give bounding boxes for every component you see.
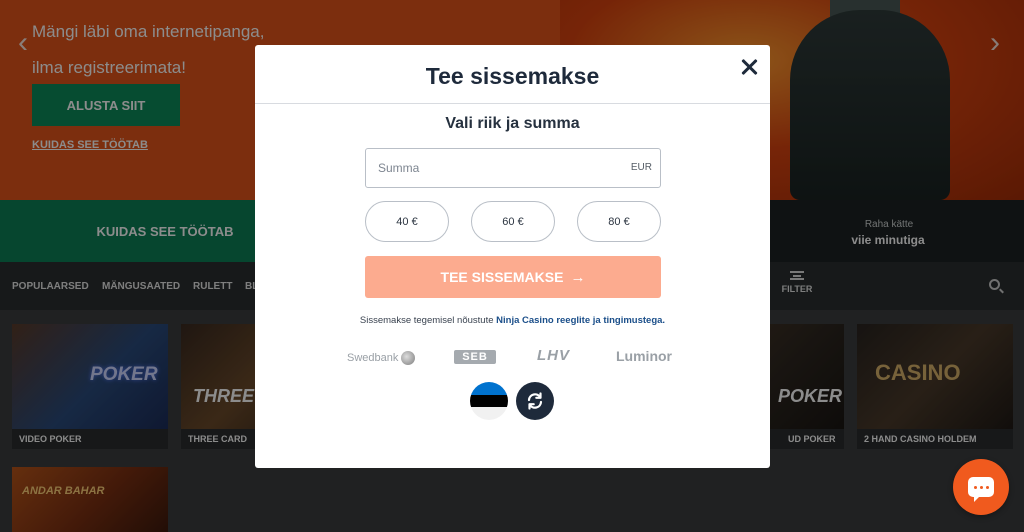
bank-logo-swedbank[interactable]: Swedbank: [347, 351, 416, 365]
preset-amount-40[interactable]: 40 €: [365, 201, 449, 242]
chat-bubble-icon: [968, 477, 994, 502]
currency-label: EUR: [630, 162, 652, 173]
terms-text: Sissemakse tegemisel nõustute Ninja Casi…: [255, 315, 770, 326]
estonia-flag-icon[interactable]: [470, 382, 508, 420]
deposit-button-label: TEE SISSEMAKSE: [440, 269, 564, 285]
modal-divider: [255, 103, 770, 104]
terms-link[interactable]: Ninja Casino reeglite ja tingimustega.: [496, 315, 665, 326]
deposit-modal: Tee sissemakse Vali riik ja summa EUR 40…: [255, 45, 770, 468]
preset-amount-80[interactable]: 80 €: [577, 201, 661, 242]
swedbank-emblem-icon: [401, 351, 416, 365]
terms-prefix: Sissemakse tegemisel nõustute: [359, 315, 494, 326]
modal-subtitle: Vali riik ja summa: [445, 115, 580, 132]
live-chat-button[interactable]: [953, 459, 1009, 515]
modal-title: Tee sissemakse: [425, 63, 600, 89]
arrow-right-icon: →: [570, 268, 586, 286]
bank-logo-luminor[interactable]: Luminor: [616, 348, 672, 364]
deposit-button[interactable]: TEE SISSEMAKSE →: [365, 256, 661, 298]
close-icon[interactable]: [738, 56, 760, 78]
refresh-icon[interactable]: [516, 382, 554, 420]
bank-name: Swedbank: [347, 352, 399, 364]
amount-input[interactable]: [378, 149, 618, 187]
preset-amount-60[interactable]: 60 €: [471, 201, 555, 242]
refresh-arrows-icon: [527, 392, 543, 410]
amount-field: EUR: [365, 148, 661, 188]
bank-logo-lhv[interactable]: LHV: [537, 347, 570, 364]
bank-logo-seb[interactable]: SEB: [454, 350, 496, 364]
